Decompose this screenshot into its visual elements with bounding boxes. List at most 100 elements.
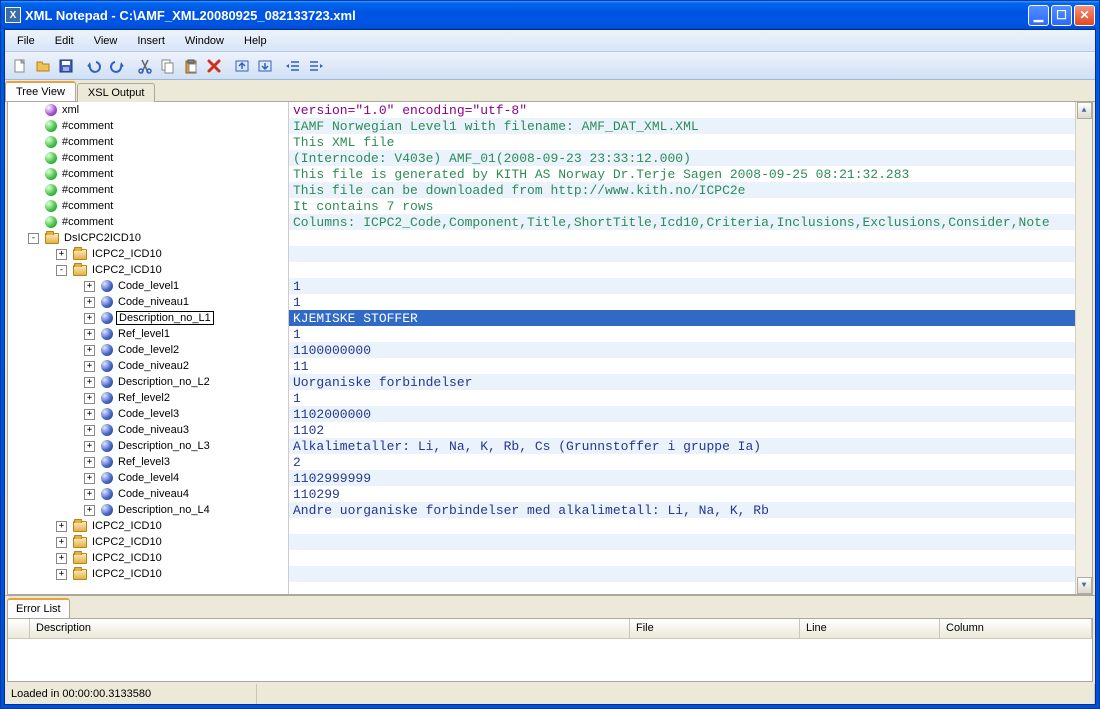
value-row[interactable]: IAMF Norwegian Level1 with filename: AMF… xyxy=(289,118,1092,134)
tree-node[interactable]: + Code_level4 xyxy=(8,470,288,486)
value-row[interactable]: 110299 xyxy=(289,486,1092,502)
value-row[interactable]: 1102000000 xyxy=(289,406,1092,422)
tree-node-label[interactable]: Ref_level3 xyxy=(116,456,172,468)
value-row[interactable]: (Interncode: V403e) AMF_01(2008-09-23 23… xyxy=(289,150,1092,166)
tree-node[interactable]: + ICPC2_ICD10 xyxy=(8,246,288,262)
move-down-icon[interactable] xyxy=(254,55,276,77)
value-row[interactable]: 1100000000 xyxy=(289,342,1092,358)
tree-node-label[interactable]: Code_niveau1 xyxy=(116,296,191,308)
tree-node-label[interactable]: Description_no_L4 xyxy=(116,504,212,516)
move-up-icon[interactable] xyxy=(231,55,253,77)
expand-icon[interactable]: + xyxy=(84,473,95,484)
value-row[interactable]: This file can be downloaded from http://… xyxy=(289,182,1092,198)
copy-icon[interactable] xyxy=(157,55,179,77)
expand-icon[interactable]: + xyxy=(56,553,67,564)
tree-node[interactable]: -ICPC2_ICD10 xyxy=(8,262,288,278)
maximize-button[interactable]: ☐ xyxy=(1051,5,1072,26)
tree-node-label[interactable]: Ref_level1 xyxy=(116,328,172,340)
tree-node-label[interactable]: Code_niveau2 xyxy=(116,360,191,372)
tree-node-label[interactable]: #comment xyxy=(60,216,115,228)
menu-file[interactable]: File xyxy=(7,32,45,50)
tree-node[interactable]: - DsICPC2ICD10 xyxy=(8,230,288,246)
expand-icon[interactable]: + xyxy=(56,537,67,548)
tree-node-label[interactable]: Code_level2 xyxy=(116,344,181,356)
tree-node[interactable]: + Code_niveau3 xyxy=(8,422,288,438)
value-row[interactable]: Andre uorganiske forbindelser med alkali… xyxy=(289,502,1092,518)
tree-node-label[interactable]: ICPC2_ICD10 xyxy=(90,264,164,276)
value-row[interactable]: KJEMISKE STOFFER xyxy=(289,310,1092,326)
value-row[interactable]: 11 xyxy=(289,358,1092,374)
value-row[interactable]: Uorganiske forbindelser xyxy=(289,374,1092,390)
tree-node-label[interactable]: DsICPC2ICD10 xyxy=(62,232,143,244)
tree-node-label[interactable]: Ref_level2 xyxy=(116,392,172,404)
tree-node-label[interactable]: Code_level4 xyxy=(116,472,181,484)
tree-node[interactable]: +#comment xyxy=(8,134,288,150)
tree-node[interactable]: +Code_niveau4 xyxy=(8,486,288,502)
tree-node[interactable]: +Description_no_L1 xyxy=(8,310,288,326)
tree-node-label[interactable]: ICPC2_ICD10 xyxy=(90,248,164,260)
value-row[interactable] xyxy=(289,262,1092,278)
expand-icon[interactable]: + xyxy=(84,297,95,308)
expand-icon[interactable]: + xyxy=(84,441,95,452)
indent-icon[interactable] xyxy=(305,55,327,77)
error-col-column[interactable]: Column xyxy=(940,619,1092,638)
tree-node-label[interactable]: #comment xyxy=(60,184,115,196)
tree-node[interactable]: +xml xyxy=(8,102,288,118)
cut-icon[interactable] xyxy=(134,55,156,77)
expand-icon[interactable]: + xyxy=(84,377,95,388)
value-row[interactable]: 1 xyxy=(289,294,1092,310)
expand-icon[interactable]: + xyxy=(84,505,95,516)
error-col-line[interactable]: Line xyxy=(800,619,940,638)
tree-node-label[interactable]: Description_no_L2 xyxy=(116,376,212,388)
tree-node-label[interactable]: ICPC2_ICD10 xyxy=(90,536,164,548)
value-row[interactable]: 1 xyxy=(289,326,1092,342)
collapse-icon[interactable]: - xyxy=(28,233,39,244)
menu-window[interactable]: Window xyxy=(175,32,234,50)
tree-node[interactable]: + Description_no_L4 xyxy=(8,502,288,518)
tree-node-label[interactable]: #comment xyxy=(60,152,115,164)
tree-node-label[interactable]: xml xyxy=(60,104,81,116)
delete-icon[interactable] xyxy=(203,55,225,77)
tree-node[interactable]: + Code_niveau2 xyxy=(8,358,288,374)
tab-tree-view[interactable]: Tree View xyxy=(5,81,76,101)
vertical-scrollbar[interactable]: ▲ ▼ xyxy=(1075,102,1092,594)
value-row[interactable]: This XML file xyxy=(289,134,1092,150)
value-row[interactable]: 1 xyxy=(289,390,1092,406)
value-row[interactable]: It contains 7 rows xyxy=(289,198,1092,214)
value-row[interactable]: Alkalimetaller: Li, Na, K, Rb, Cs (Grunn… xyxy=(289,438,1092,454)
menu-view[interactable]: View xyxy=(84,32,128,50)
redo-icon[interactable] xyxy=(106,55,128,77)
menu-insert[interactable]: Insert xyxy=(127,32,175,50)
tree-node-label[interactable]: Code_level1 xyxy=(116,280,181,292)
tree-node-label[interactable]: Code_niveau4 xyxy=(116,488,191,500)
tree-node-label[interactable]: Code_niveau3 xyxy=(116,424,191,436)
expand-icon[interactable]: + xyxy=(84,313,95,324)
value-pane[interactable]: version="1.0" encoding="utf-8"IAMF Norwe… xyxy=(289,102,1092,594)
expand-icon[interactable]: + xyxy=(84,425,95,436)
value-row[interactable]: 1102999999 xyxy=(289,470,1092,486)
tree-node-label[interactable]: ICPC2_ICD10 xyxy=(90,568,164,580)
titlebar[interactable]: X XML Notepad - C:\AMF_XML20080925_08213… xyxy=(1,1,1099,29)
expand-icon[interactable]: + xyxy=(84,393,95,404)
expand-icon[interactable]: + xyxy=(84,345,95,356)
expand-icon[interactable]: + xyxy=(84,361,95,372)
expand-icon[interactable]: + xyxy=(84,281,95,292)
expand-icon[interactable]: + xyxy=(56,249,67,260)
tree-node[interactable]: + Code_level2 xyxy=(8,342,288,358)
value-row[interactable]: version="1.0" encoding="utf-8" xyxy=(289,102,1092,118)
tree-node[interactable]: + Description_no_L2 xyxy=(8,374,288,390)
value-row[interactable]: This file is generated by KITH AS Norway… xyxy=(289,166,1092,182)
tree-node[interactable]: +#comment xyxy=(8,118,288,134)
tree-node-label[interactable]: #comment xyxy=(60,136,115,148)
expand-icon[interactable]: + xyxy=(56,521,67,532)
tab-xsl-output[interactable]: XSL Output xyxy=(77,83,155,102)
value-row[interactable] xyxy=(289,246,1092,262)
menu-edit[interactable]: Edit xyxy=(45,32,84,50)
value-row[interactable] xyxy=(289,550,1092,566)
paste-icon[interactable] xyxy=(180,55,202,77)
tree-node[interactable]: +ICPC2_ICD10 xyxy=(8,550,288,566)
menu-help[interactable]: Help xyxy=(234,32,277,50)
tree-pane[interactable]: +xml+#comment+#comment+#comment+#comment… xyxy=(8,102,289,594)
new-icon[interactable] xyxy=(9,55,31,77)
minimize-button[interactable]: ▁ xyxy=(1028,5,1049,26)
